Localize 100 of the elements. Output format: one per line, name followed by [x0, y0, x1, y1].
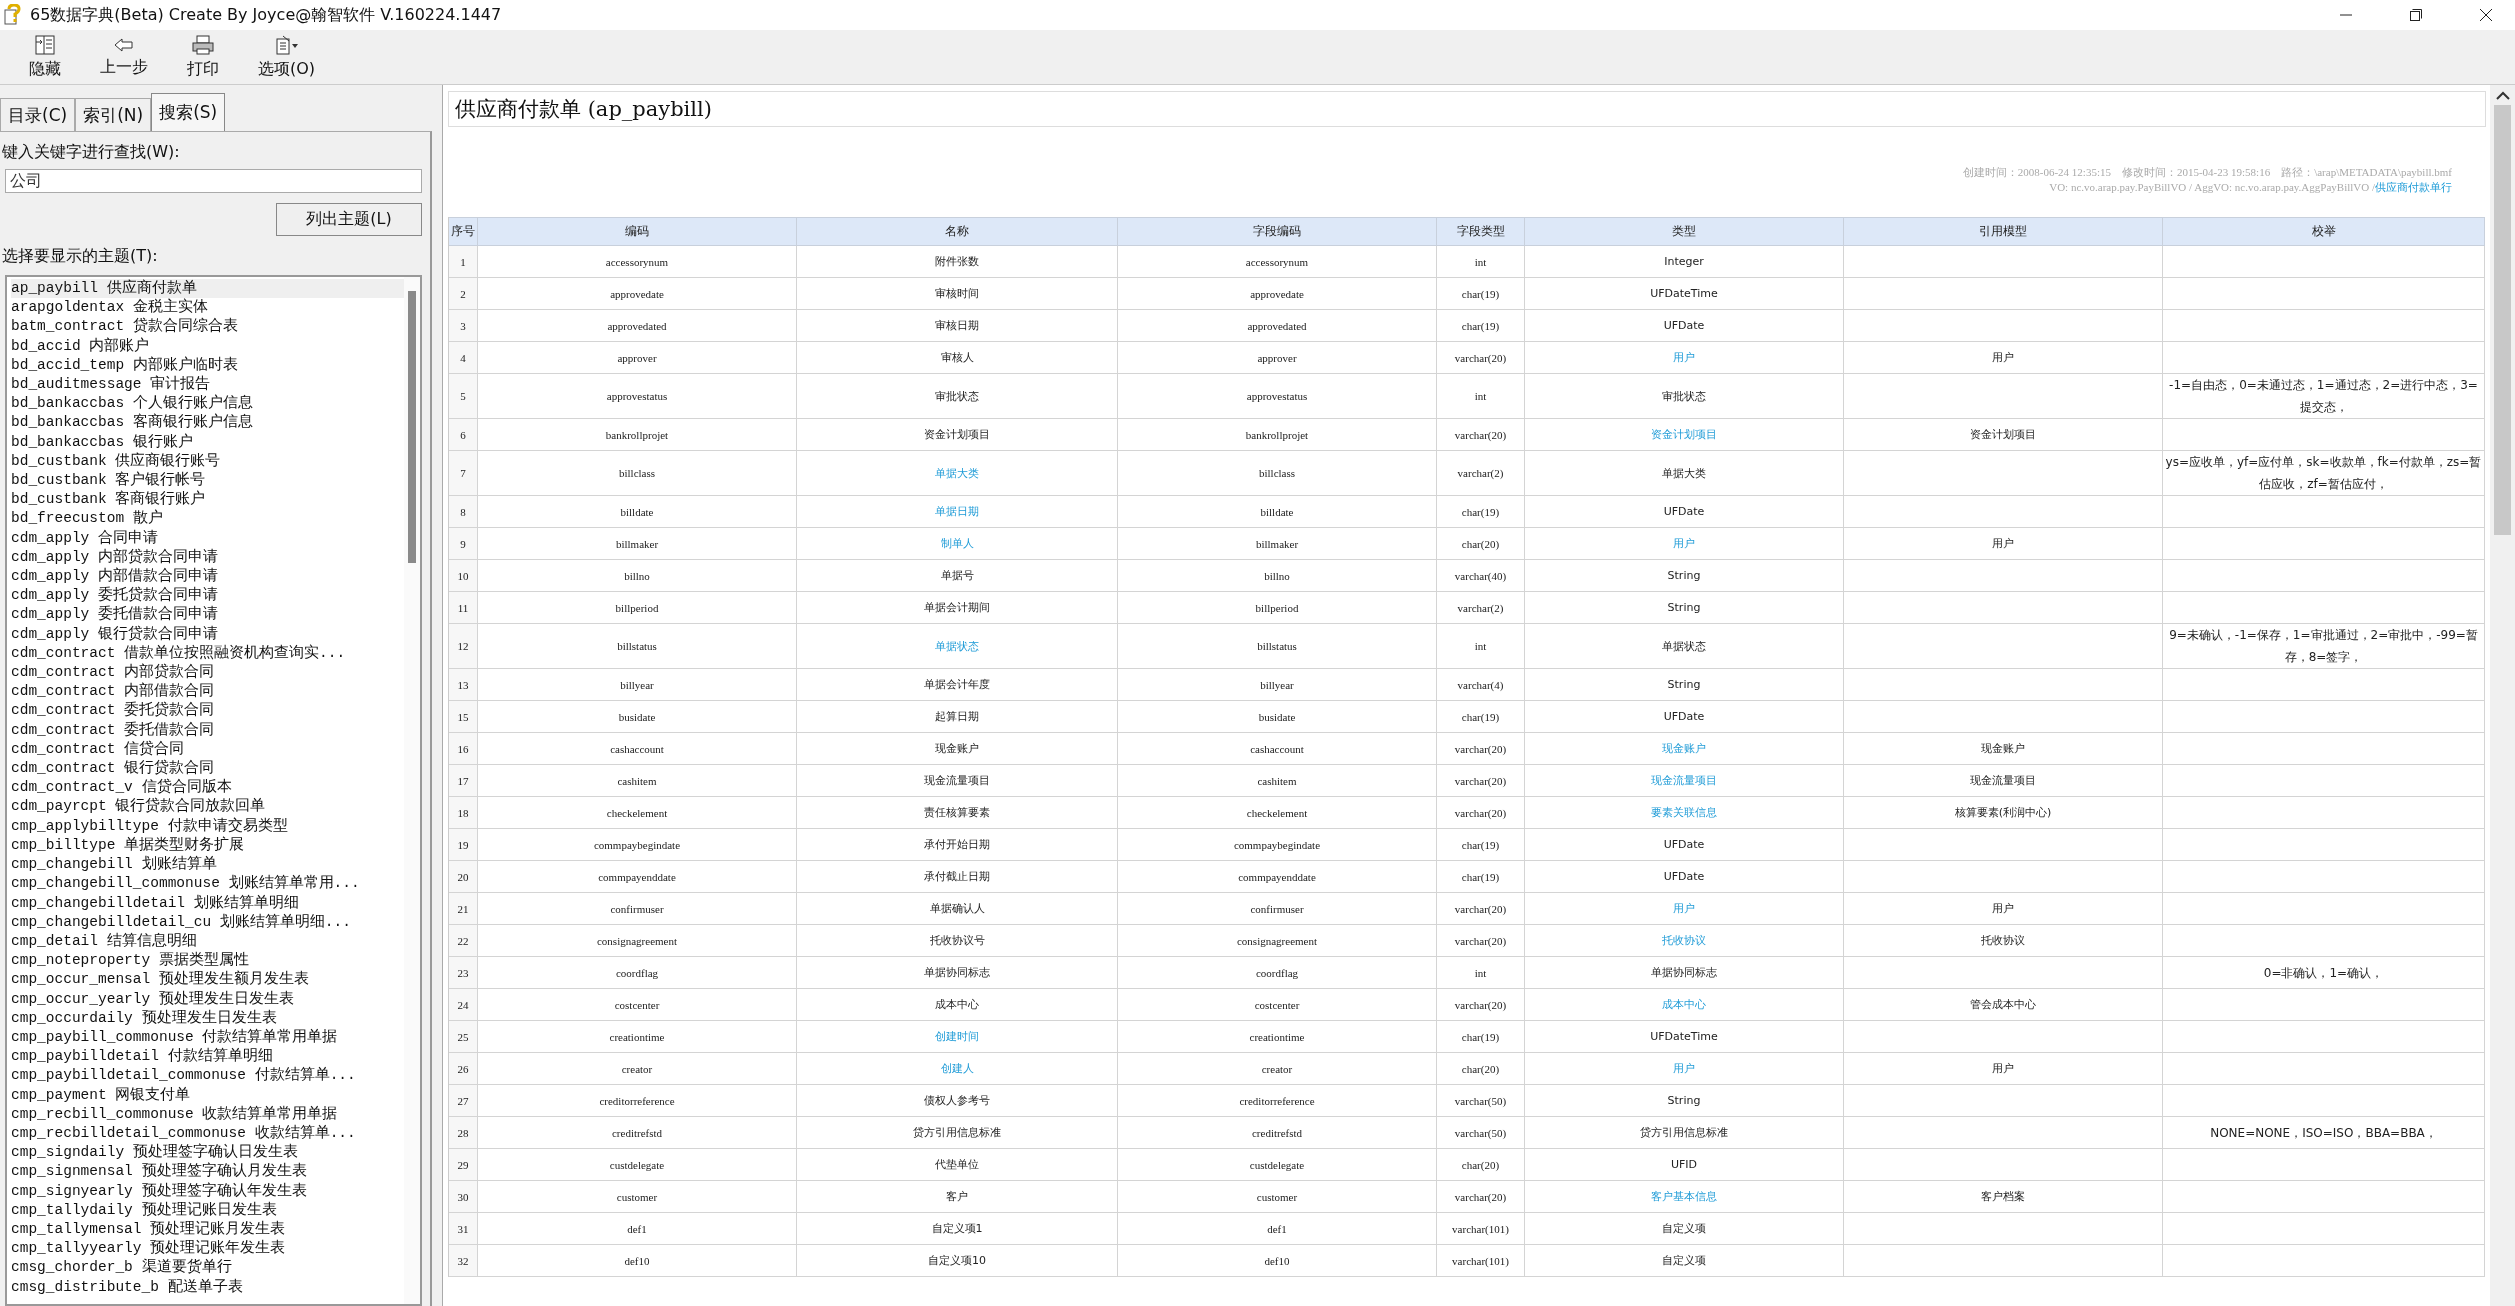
table-cell: creditrefstd	[478, 1117, 797, 1148]
table-cell: checkelement	[1118, 797, 1437, 828]
scroll-up-icon[interactable]	[2495, 91, 2510, 101]
topic-item[interactable]: cdm_contract 内部借款合同	[11, 682, 404, 702]
table-cell: cashitem	[478, 765, 797, 796]
topic-item[interactable]: cmp_paybilldetail_commonuse 付款结算单...	[11, 1066, 404, 1086]
topic-item[interactable]: bd_freecustom 散户	[11, 509, 404, 529]
topic-item[interactable]: cdm_contract 委托借款合同	[11, 720, 404, 740]
tab[interactable]: 目录(C)	[0, 98, 76, 131]
topic-item[interactable]: cmp_billtype 单据类型财务扩展	[11, 835, 404, 856]
topic-item[interactable]: bd_bankaccbas 个人银行账户信息	[11, 394, 404, 414]
scrollbar[interactable]	[2490, 85, 2515, 1306]
topic-item[interactable]: ap_paybill 供应商付款单	[11, 279, 404, 299]
table-cell: UFID	[1525, 1149, 1844, 1180]
topic-item[interactable]: cdm_payrcpt 银行贷款合同放款回单	[11, 797, 404, 817]
topic-item[interactable]: cmp_signyearly 预处理签字确认年发生表	[11, 1181, 404, 1201]
topic-item[interactable]: cmp_tallyyearly 预处理记账年发生表	[11, 1239, 404, 1259]
topic-item[interactable]: cmp_changebilldetail_cu 划账结算单明细...	[11, 912, 404, 932]
topic-item[interactable]: cmp_noteproperty 票据类型属性	[11, 951, 404, 971]
table-cell: customer	[1118, 1181, 1437, 1212]
table-cell: billno	[478, 560, 797, 591]
column-header: 校举	[2163, 218, 2485, 245]
scrollbar[interactable]	[404, 277, 420, 1304]
topic-item[interactable]: bd_custbank 供应商银行账号	[11, 451, 404, 472]
table-cell: UFDateTime	[1525, 278, 1844, 309]
toolbar-button[interactable]: 选项(O)	[246, 30, 328, 84]
table-cell: char(20)	[1437, 528, 1525, 559]
topics-label: 选择要显示的主题(T):	[2, 246, 159, 267]
topic-item[interactable]: cmp_occur_mensal 预处理发生额月发生表	[11, 970, 404, 990]
topic-item[interactable]: cdm_contract 委托贷款合同	[11, 701, 404, 721]
toolbar-button[interactable]: 隐藏	[14, 30, 76, 84]
topic-item[interactable]: cdm_contract 内部贷款合同	[11, 663, 404, 683]
table-cell: varchar(101)	[1437, 1245, 1525, 1276]
panel-icon	[34, 34, 56, 55]
tab[interactable]: 索引(N)	[75, 98, 152, 131]
topic-item[interactable]: cdm_contract 信贷合同	[11, 739, 404, 760]
topic-item[interactable]: cmp_signmensal 预处理签字确认月发生表	[11, 1162, 404, 1182]
topic-item[interactable]: cdm_apply 内部贷款合同申请	[11, 547, 404, 568]
topic-item[interactable]: cmp_signdaily 预处理签字确认日发生表	[11, 1143, 404, 1163]
table-cell: 32	[449, 1245, 478, 1276]
tab[interactable]: 搜索(S)	[151, 93, 226, 131]
close-icon[interactable]	[2479, 8, 2493, 22]
topic-item[interactable]: cmp_recbill_commonuse 收款结算单常用单据	[11, 1104, 404, 1124]
topic-item[interactable]: cmp_detail 结算信息明细	[11, 931, 404, 952]
table-cell: commpayenddate	[478, 861, 797, 892]
topic-item[interactable]: cmp_applybilltype 付款申请交易类型	[11, 816, 404, 836]
table-cell: UFDate	[1525, 701, 1844, 732]
topic-item[interactable]: cmp_occurdaily 预处理发生日发生表	[11, 1008, 404, 1028]
topic-item[interactable]: arapgoldentax 金税主实体	[11, 298, 404, 318]
table-cell: UFDate	[1525, 829, 1844, 860]
table-cell: 3	[449, 310, 478, 341]
table-cell: 24	[449, 989, 478, 1020]
topic-item[interactable]: cmp_tallydaily 预处理记账日发生表	[11, 1200, 404, 1220]
table-cell: approvedate	[478, 278, 797, 309]
topic-item[interactable]: cmp_changebill_commonuse 划账结算单常用...	[11, 874, 404, 894]
table-cell: 承付开始日期	[797, 829, 1118, 860]
table-cell: def1	[478, 1213, 797, 1244]
table-cell: 自定义项	[1525, 1245, 1844, 1276]
topic-item[interactable]: cmp_recbilldetail_commonuse 收款结算单...	[11, 1123, 404, 1144]
topic-item[interactable]: cmp_changebill 划账结算单	[11, 855, 404, 875]
topic-item[interactable]: bd_custbank 客商银行账户	[11, 490, 404, 510]
topic-item[interactable]: cdm_apply 合同申请	[11, 528, 404, 548]
topic-item[interactable]: cdm_apply 内部借款合同申请	[11, 567, 404, 587]
table-cell: billperiod	[1118, 592, 1437, 623]
topic-item[interactable]: bd_accid_temp 内部账户临时表	[11, 355, 404, 375]
topic-item[interactable]: bd_auditmessage 审计报告	[11, 375, 404, 395]
topic-item[interactable]: cmsg_chorder_b 渠道要货单行	[11, 1258, 404, 1278]
topic-item[interactable]: cmp_changebilldetail 划账结算单明细	[11, 893, 404, 913]
keyword-field[interactable]: 公司	[5, 169, 422, 193]
topic-item[interactable]: batm_contract 贷款合同综合表	[11, 317, 404, 337]
table-cell: billstatus	[478, 624, 797, 668]
topic-item[interactable]: cmp_tallymensal 预处理记账月发生表	[11, 1219, 404, 1240]
scroll-thumb[interactable]	[2494, 105, 2511, 535]
list-topics-button[interactable]: 列出主题(L)	[276, 203, 422, 236]
topic-item[interactable]: cmp_payment 网银支付单	[11, 1085, 404, 1105]
toolbar-button[interactable]: 上一步	[88, 30, 160, 84]
toolbar-button[interactable]: 打印	[172, 30, 234, 84]
topic-item[interactable]: bd_bankaccbas 银行账户	[11, 432, 404, 452]
table-cell: char(19)	[1437, 496, 1525, 527]
topic-item[interactable]: cdm_apply 委托借款合同申请	[11, 605, 404, 625]
topic-item[interactable]: cmsg_distribute_b 配送单子表	[11, 1277, 404, 1297]
table-cell: consignagreement	[478, 925, 797, 956]
table-cell: char(19)	[1437, 278, 1525, 309]
topic-item[interactable]: cdm_contract 借款单位按照融资机构查询实...	[11, 643, 404, 664]
table-cell: 单据确认人	[797, 893, 1118, 924]
maximize-icon[interactable]	[2409, 8, 2423, 22]
topic-item[interactable]: cmp_paybill_commonuse 付款结算单常用单据	[11, 1027, 404, 1048]
table-cell: custdelegate	[1118, 1149, 1437, 1180]
topic-item[interactable]: bd_accid 内部账户	[11, 336, 404, 356]
table-cell: 现金流量项目	[1844, 765, 2163, 796]
topic-item[interactable]: cdm_apply 银行贷款合同申请	[11, 624, 404, 644]
topic-item[interactable]: cmp_occur_yearly 预处理发生日发生表	[11, 989, 404, 1009]
topic-item[interactable]: bd_bankaccbas 客商银行账户信息	[11, 413, 404, 433]
table-cell: def10	[478, 1245, 797, 1276]
topic-item[interactable]: cdm_contract_v 信贷合同版本	[11, 778, 404, 798]
topic-item[interactable]: bd_custbank 客户银行帐号	[11, 471, 404, 491]
topic-item[interactable]: cmp_paybilldetail 付款结算单明细	[11, 1047, 404, 1067]
topic-item[interactable]: cdm_contract 银行贷款合同	[11, 759, 404, 779]
topic-item[interactable]: cdm_apply 委托贷款合同申请	[11, 586, 404, 606]
table-cell: costcenter	[1118, 989, 1437, 1020]
